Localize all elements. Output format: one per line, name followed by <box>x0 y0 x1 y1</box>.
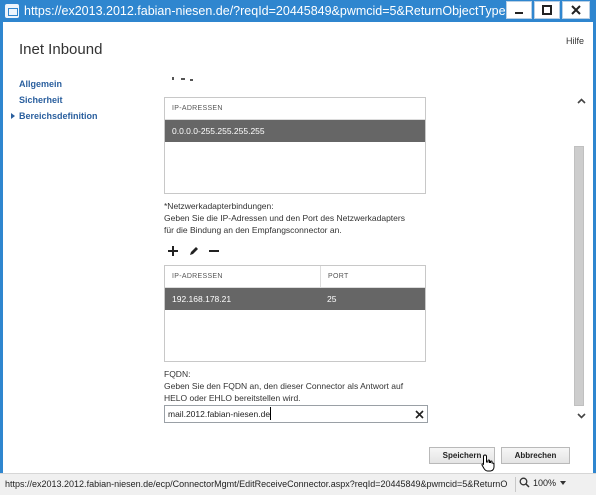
scroll-down-button[interactable] <box>576 411 586 421</box>
nav-item-allgemein[interactable]: Allgemein <box>19 79 62 89</box>
minimize-icon <box>515 12 523 14</box>
add-binding-button[interactable] <box>166 244 180 258</box>
remote-ip-table-header: IP-ADRESSEN <box>165 98 425 120</box>
status-bar: https://ex2013.2012.fabian-niesen.de/ecp… <box>0 473 596 495</box>
magnifier-icon <box>519 477 530 488</box>
pencil-icon <box>190 247 198 255</box>
column-header-port[interactable]: PORT <box>320 266 425 287</box>
window-title-url: https://ex2013.2012.fabian-niesen.de/?re… <box>24 4 512 18</box>
fqdn-description-line2: HELO oder EHLO bereitstellen wird. <box>164 393 301 403</box>
window-controls <box>506 1 590 19</box>
status-url: https://ex2013.2012.fabian-niesen.de/ecp… <box>5 479 508 489</box>
chevron-down-icon <box>576 413 586 419</box>
bindings-description-line1: Geben Sie die IP-Adressen und den Port d… <box>164 213 405 223</box>
hand-pointer-icon <box>481 454 495 472</box>
cancel-button[interactable]: Abbrechen <box>501 447 570 464</box>
edit-binding-button[interactable] <box>187 244 201 258</box>
remote-ip-table: IP-ADRESSEN 0.0.0.0-255.255.255.255 <box>164 97 426 194</box>
window-titlebar: https://ex2013.2012.fabian-niesen.de/?re… <box>0 0 596 22</box>
binding-port-cell: 25 <box>327 294 337 304</box>
current-section-arrow-icon <box>11 113 15 119</box>
plus-icon <box>168 246 178 256</box>
minimize-button[interactable] <box>506 1 532 19</box>
binding-ip-cell: 192.168.178.21 <box>172 294 232 304</box>
scrolled-toolbar-remnant <box>172 77 193 81</box>
minus-icon <box>209 250 219 252</box>
clear-fqdn-button[interactable] <box>413 407 426 421</box>
browser-window-icon <box>5 4 19 18</box>
window-frame-left <box>0 22 3 473</box>
chevron-down-icon <box>560 480 567 485</box>
bindings-label: *Netzwerkadapterbindungen: <box>164 201 274 211</box>
zoom-level: 100% <box>533 477 557 488</box>
table-row[interactable]: 0.0.0.0-255.255.255.255 <box>165 120 425 142</box>
text-caret <box>270 407 271 420</box>
close-window-button[interactable] <box>562 1 590 19</box>
column-header-ip[interactable]: IP-ADRESSEN <box>165 273 320 280</box>
nav-item-sicherheit[interactable]: Sicherheit <box>19 95 63 105</box>
table-row[interactable]: 192.168.178.21 25 <box>165 288 425 310</box>
zoom-control[interactable]: 100% <box>519 477 567 488</box>
column-header-ip[interactable]: IP-ADRESSEN <box>165 105 223 112</box>
bindings-table: IP-ADRESSEN PORT 192.168.178.21 25 <box>164 265 426 362</box>
scroll-up-button[interactable] <box>576 96 586 106</box>
bindings-table-header: IP-ADRESSEN PORT <box>165 266 425 288</box>
remove-binding-button[interactable] <box>207 244 221 258</box>
maximize-icon <box>542 5 552 15</box>
fqdn-input[interactable] <box>164 405 428 423</box>
page-title: Inet Inbound <box>19 41 103 58</box>
nav-item-bereichsdefinition[interactable]: Bereichsdefinition <box>19 111 98 121</box>
status-divider <box>515 477 516 492</box>
bindings-description-line2: für die Bindung an den Empfangsconnector… <box>164 225 342 235</box>
close-icon <box>571 5 581 15</box>
fqdn-label: FQDN: <box>164 369 191 379</box>
maximize-button[interactable] <box>534 1 560 19</box>
fqdn-description-line1: Geben Sie den FQDN an, den dieser Connec… <box>164 381 404 391</box>
ip-range-cell: 0.0.0.0-255.255.255.255 <box>172 126 265 136</box>
close-icon <box>415 409 424 419</box>
help-link[interactable]: Hilfe <box>566 36 584 46</box>
chevron-up-icon <box>576 98 586 104</box>
scrollbar-thumb[interactable] <box>574 146 584 406</box>
